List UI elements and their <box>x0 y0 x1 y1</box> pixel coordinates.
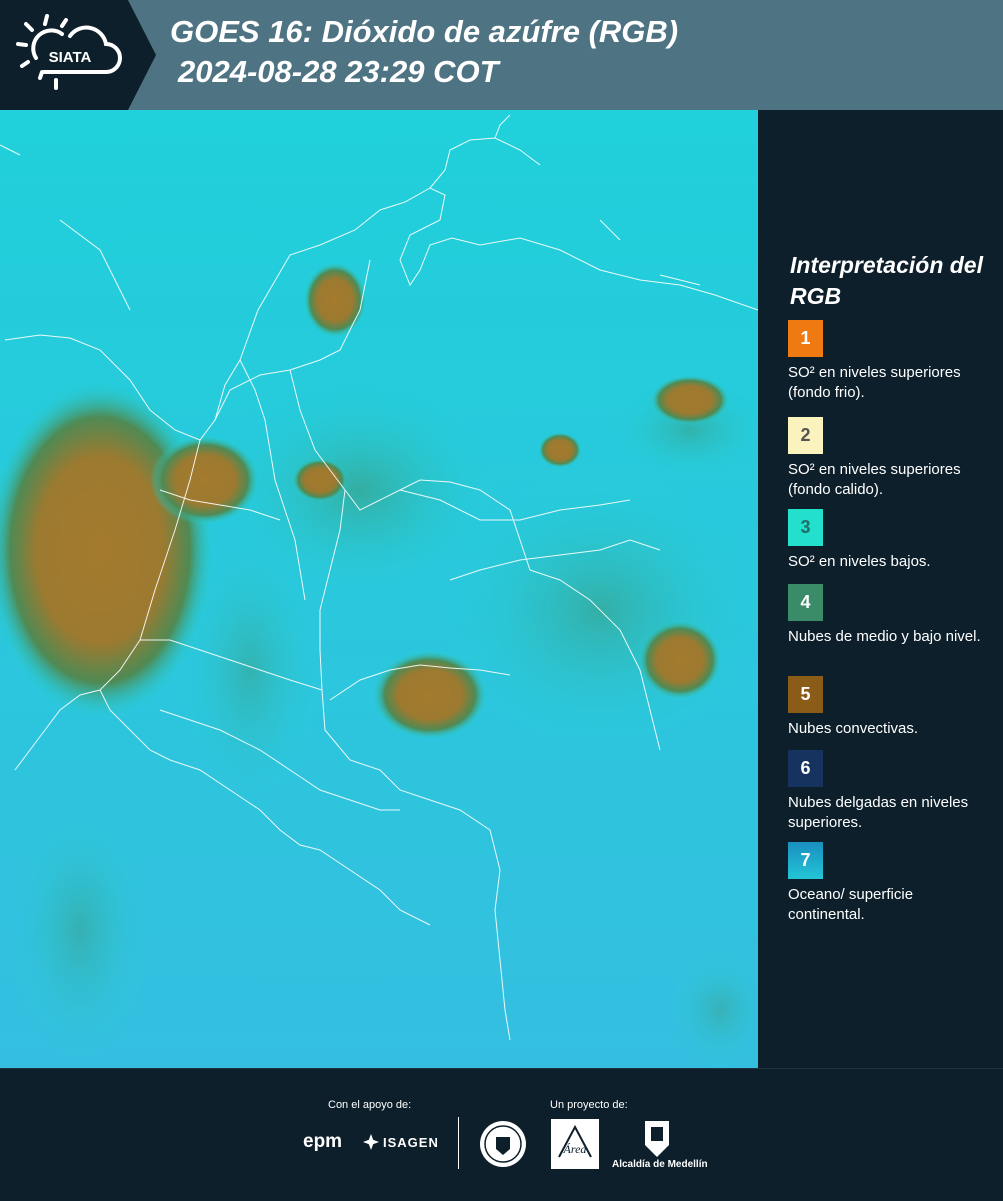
legend-item-7: 7 Oceano/ superficie continental. <box>788 842 993 925</box>
legend-text: Nubes convectivas. <box>788 720 919 737</box>
siata-logo: SIATA <box>0 0 128 110</box>
legend-item-4: 4 Nubes de medio y bajo nivel. <box>788 584 993 647</box>
page-title: GOES 16: Dióxido de azúfre (RGB) <box>170 14 679 49</box>
project-label: Un proyecto de: <box>550 1099 628 1111</box>
alcaldia-label: Alcaldía de Medellín <box>612 1159 708 1170</box>
footer: Con el apoyo de: Un proyecto de: epm ISA… <box>0 1068 1003 1201</box>
legend-item-6: 6 Nubes delgadas en niveles superiores. <box>788 750 993 833</box>
logo-chevron <box>128 0 156 110</box>
legend-title: Interpretación del RGB <box>790 252 983 309</box>
support-label: Con el apoyo de: <box>328 1099 412 1111</box>
legend-swatch: 4 <box>788 584 823 621</box>
legend-panel: Interpretación del RGB 1 SO² en niveles … <box>760 110 1003 1068</box>
legend-item-3: 3 SO² en niveles bajos. <box>788 509 993 572</box>
legend-text: Nubes de medio y bajo nivel. <box>788 628 981 645</box>
legend-text: SO² en niveles superiores (fondo frio). <box>788 364 961 401</box>
sun-cloud-icon: SIATA <box>16 14 122 90</box>
legend-swatch: 3 <box>788 509 823 546</box>
satellite-map[interactable] <box>0 110 758 1068</box>
legend-swatch: 5 <box>788 676 823 713</box>
area-metropolitana-icon: Área <box>551 1119 599 1169</box>
legend-text: Oceano/ superficie continental. <box>788 886 914 923</box>
legend-swatch: 7 <box>788 842 823 879</box>
legend-swatch: 1 <box>788 320 823 357</box>
map-image <box>0 110 758 1068</box>
isagen-icon <box>363 1134 379 1150</box>
alcaldia-shield-icon <box>645 1121 669 1157</box>
legend-text: Nubes delgadas en niveles superiores. <box>788 794 969 831</box>
medellin-seal-icon <box>480 1121 526 1167</box>
legend-text: SO² en niveles superiores (fondo calido)… <box>788 461 961 498</box>
legend-swatch: 6 <box>788 750 823 787</box>
page-timestamp: 2024-08-28 23:29 COT <box>178 54 499 89</box>
epm-logo: epm <box>303 1131 343 1152</box>
legend-item-1: 1 SO² en niveles superiores (fondo frio)… <box>788 320 993 403</box>
footer-divider <box>458 1117 459 1169</box>
logo-text: SIATA <box>49 49 92 66</box>
legend-swatch: 2 <box>788 417 823 454</box>
legend-item-2: 2 SO² en niveles superiores (fondo calid… <box>788 417 993 500</box>
header: SIATA GOES 16: Dióxido de azúfre (RGB) 2… <box>0 0 1003 110</box>
legend-text: SO² en niveles bajos. <box>788 553 931 570</box>
legend-item-5: 5 Nubes convectivas. <box>788 676 993 739</box>
area-text: Área <box>563 1142 587 1156</box>
isagen-logo: ISAGEN <box>383 1135 439 1150</box>
